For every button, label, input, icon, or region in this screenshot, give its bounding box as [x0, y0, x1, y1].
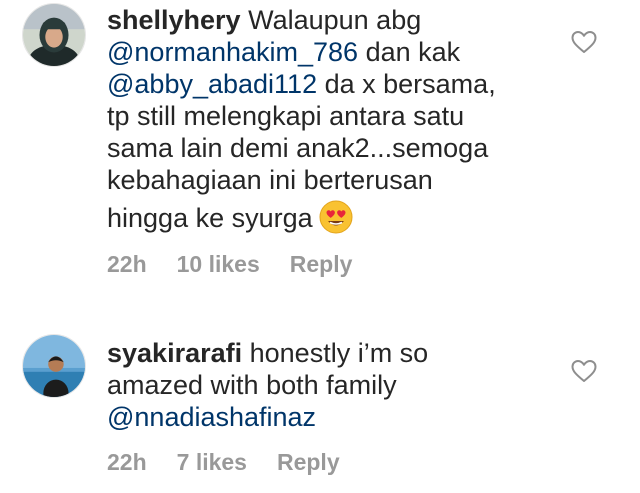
comment-line: @abby_abadi112 da x bersama, — [107, 68, 537, 100]
comment-line: syakirarafi honestly i’m so — [107, 337, 537, 369]
comment-timestamp: 22h — [107, 251, 147, 277]
comment-text-segment: dan kak — [365, 37, 461, 67]
comment-line: tp still melengkapi antara satu — [107, 101, 465, 131]
comment-line: sama lain demi anak2...semoga — [107, 133, 489, 163]
reply-button[interactable]: Reply — [290, 251, 353, 278]
avatar-woman-hijab-icon — [23, 4, 85, 66]
comment-text-segment: hingga ke syurga — [107, 203, 313, 233]
heart-outline-icon[interactable] — [571, 30, 597, 54]
comment-line: shellyhery Walaupun abg — [107, 4, 537, 36]
comment-text: shellyhery Walaupun abg @normanhakim_786… — [107, 4, 537, 234]
comment-text-segment: Walaupun abg — [248, 5, 422, 35]
heart-outline-icon[interactable] — [571, 359, 597, 383]
likes-count-link[interactable]: 7 likes — [177, 449, 247, 476]
mention-link[interactable]: @abby_abadi112 — [107, 69, 317, 99]
avatar[interactable] — [22, 334, 86, 398]
avatar-person-sea-icon — [23, 335, 85, 397]
comment-timestamp: 22h — [107, 449, 147, 475]
comment-meta: 22h 7 likes Reply — [107, 449, 370, 476]
comment-item: shellyhery Walaupun abg @normanhakim_786… — [0, 0, 640, 300]
comment-meta: 22h 10 likes Reply — [107, 251, 382, 278]
comment-text: syakirarafi honestly i’m so amazed with … — [107, 337, 537, 433]
comment-line: kebahagiaan ini berterusan — [107, 165, 433, 195]
likes-count-link[interactable]: 10 likes — [177, 251, 260, 278]
comment-line: amazed with both family — [107, 370, 397, 400]
heart-eyes-emoji-icon — [319, 200, 353, 234]
username-link[interactable]: syakirarafi — [107, 338, 242, 368]
username-link[interactable]: shellyhery — [107, 5, 241, 35]
comment-text-segment: da x bersama, — [324, 69, 496, 99]
comment-line: hingga ke syurga — [107, 200, 537, 234]
avatar[interactable] — [22, 3, 86, 67]
mention-link[interactable]: @nnadiashafinaz — [107, 402, 316, 432]
comment-line: @nnadiashafinaz — [107, 401, 537, 433]
comment-item: syakirarafi honestly i’m so amazed with … — [0, 318, 640, 493]
comment-line: @normanhakim_786 dan kak — [107, 36, 537, 68]
comment-text-segment: honestly i’m so — [249, 338, 429, 368]
mention-link[interactable]: @normanhakim_786 — [107, 37, 358, 67]
reply-button[interactable]: Reply — [277, 449, 340, 476]
